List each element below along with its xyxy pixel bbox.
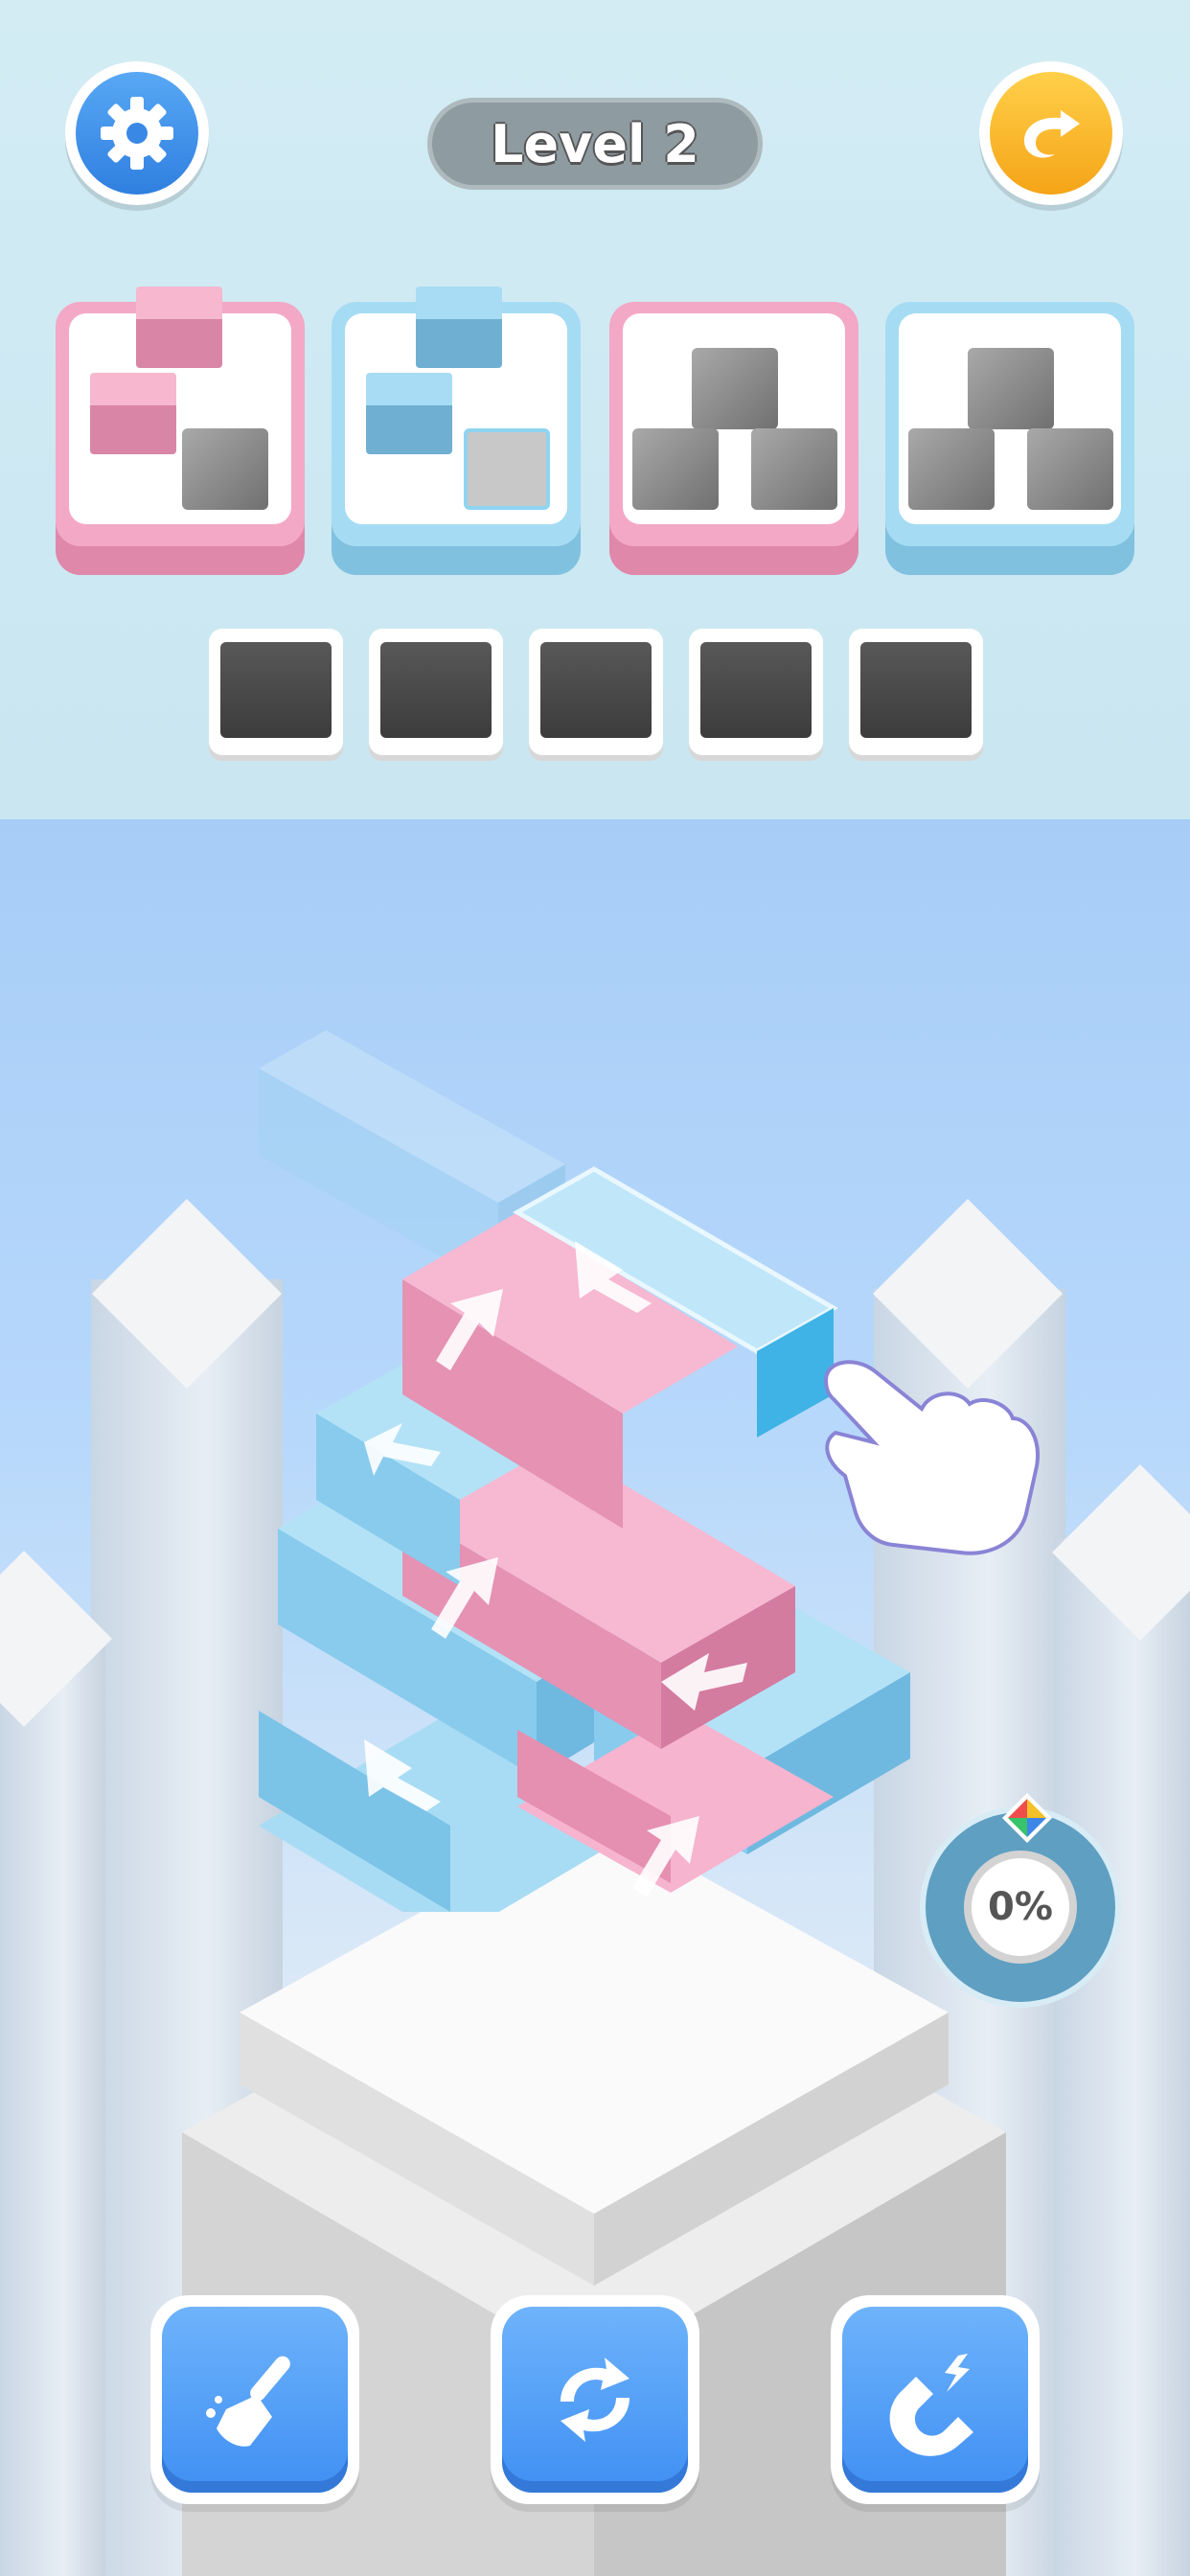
progress-indicator: 0% xyxy=(920,1793,1121,2008)
empty-block-slot xyxy=(692,348,778,429)
target-card-blue-1 xyxy=(332,287,581,575)
holding-slot xyxy=(529,629,663,755)
holding-slot xyxy=(369,629,503,755)
holding-slot xyxy=(209,629,343,755)
empty-block-slot xyxy=(1027,428,1113,510)
target-card-blue-2 xyxy=(885,302,1134,575)
broom-button[interactable] xyxy=(150,2295,359,2504)
gear-icon xyxy=(101,97,173,170)
top-panel: Level 2 xyxy=(0,0,1190,819)
game-board: 0% xyxy=(0,819,1190,2576)
filled-block xyxy=(416,287,502,368)
shuffle-button[interactable] xyxy=(491,2295,699,2504)
empty-block-slot xyxy=(464,428,550,510)
tap-hint-hand-icon xyxy=(823,1360,1040,1555)
background-pillar xyxy=(0,1644,105,2576)
magnet-button[interactable] xyxy=(831,2295,1040,2504)
target-card-pink-2 xyxy=(609,302,858,575)
color-gem-icon xyxy=(1002,1793,1052,1843)
settings-button[interactable] xyxy=(65,61,209,205)
magnet-icon xyxy=(889,2354,973,2456)
undo-button[interactable] xyxy=(979,61,1123,205)
holding-slot xyxy=(849,629,983,755)
empty-block-slot xyxy=(908,428,995,510)
filled-block xyxy=(366,373,452,454)
empty-block-slot xyxy=(182,428,268,510)
empty-block-slot xyxy=(968,348,1054,429)
empty-block-slot xyxy=(632,428,719,510)
filled-block xyxy=(136,287,222,368)
undo-arrow-icon xyxy=(1024,110,1080,158)
background-pillar xyxy=(1054,1538,1190,2576)
broom-icon xyxy=(206,2356,290,2447)
target-card-pink-1 xyxy=(56,287,305,575)
filled-block xyxy=(90,373,176,454)
holding-slot xyxy=(689,629,823,755)
empty-block-slot xyxy=(751,428,837,510)
progress-label: 0% xyxy=(964,1851,1077,1964)
level-indicator: Level 2 xyxy=(427,98,763,190)
shuffle-icon xyxy=(561,2358,629,2442)
